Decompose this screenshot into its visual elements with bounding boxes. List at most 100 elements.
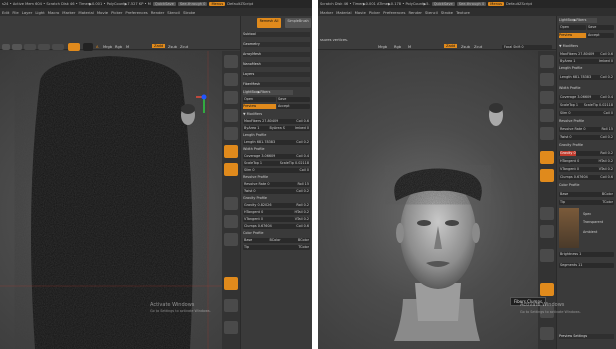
mrgb-toggle[interactable]: Mrgb [378,45,387,49]
solo-button[interactable] [540,327,554,340]
revolve-rate-slider[interactable]: Revolve Rate 0 Roll 15 [559,127,614,132]
polyf-button[interactable] [540,283,554,296]
tip-color-row[interactable]: Tip TColor [559,200,614,205]
width-profile-header[interactable]: Width Profile [559,86,614,91]
quicksave-button[interactable]: QuickSave [152,2,176,6]
see-through-slider[interactable]: See-through 0 [177,2,208,6]
fiber-texture-swatch[interactable] [559,208,579,248]
zsub-toggle[interactable]: Zsub [168,45,177,49]
menu-movie[interactable]: Movie [97,10,108,15]
menu-preferences[interactable]: Preferences [383,10,405,15]
zcut-toggle[interactable]: Zcut [180,45,188,49]
solo-button[interactable] [224,321,238,334]
draw-button[interactable] [12,44,22,50]
tip-color-row[interactable]: Tip TColor [243,245,310,250]
scroll-button[interactable] [540,73,554,86]
modifiers-header[interactable]: ▼ Modifiers [559,44,614,49]
coverage-slider[interactable]: Coverage 3.06609 Coil 0.4 [243,154,310,159]
menu-file[interactable]: File [12,10,18,15]
vtangent-slider[interactable]: VTangent 0 VTail 0.2 [559,167,614,172]
stroke-thumbnail[interactable] [83,43,93,51]
lightbox-fibers-button[interactable]: LightBox▶Fibers [243,90,293,95]
segments-slider[interactable]: Segments 11 [559,263,614,268]
color-profile-header[interactable]: Color Profile [559,183,614,188]
lsym-button[interactable] [224,197,238,210]
zadd-toggle[interactable]: Zadd [152,44,166,48]
menu-stroke[interactable]: Stroke [441,10,453,15]
nanomesh-header[interactable]: NanoMesh [243,62,310,67]
spix-button[interactable] [224,55,238,68]
slim-slider[interactable]: Slim 0 Coil 0 [559,111,614,116]
gravity-slider[interactable]: Gravity 0 Roll 0.2 [559,151,614,156]
base-color-row[interactable]: Base BColor BColor [243,238,310,243]
edit-button[interactable] [2,44,10,50]
actual-button[interactable] [224,109,238,122]
maxfibers-slider[interactable]: MaxFibers 27.80409 Coil 0.6 [243,119,310,124]
menu-stroke[interactable]: Stroke [183,10,195,15]
menu-light[interactable]: Light [35,10,44,15]
menu-preferences[interactable]: Preferences [125,10,147,15]
length-slider[interactable]: Length 681.78383 Coil 0.2 [243,140,310,145]
length-slider[interactable]: Length 681.78383 Coil 0.2 [559,75,614,80]
default-zscript-button[interactable]: DefaultZScript [227,2,253,6]
menu-edit[interactable]: Edit [2,10,9,15]
quicksave-button[interactable]: QuickSave [431,2,455,6]
menu-marker[interactable]: Marker [62,10,75,15]
menu-material[interactable]: Material [336,10,351,15]
navigation-head-icon[interactable] [484,91,524,141]
simplebrush-button[interactable]: SimpleBrush [285,18,311,28]
menu-texture[interactable]: Texture [456,10,470,15]
mrgb-toggle[interactable]: Mrgb [103,45,112,49]
geometry-header[interactable]: Geometry [243,42,310,47]
frame-button[interactable] [540,249,554,262]
twist-slider[interactable]: Twist 0 Coil 0.2 [559,135,614,140]
polyf-button[interactable] [224,277,238,290]
fibermesh-header[interactable]: FiberMesh [243,82,310,87]
save-button[interactable]: Save [587,25,614,30]
aahalf-button[interactable] [540,127,554,140]
vtangent-slider[interactable]: VTangent 0 VTail 0.2 [243,217,310,222]
preview-button[interactable]: Preview [559,33,586,38]
lsym-button[interactable] [540,207,554,220]
revolve-profile-header[interactable]: Revolve Profile [559,119,614,124]
m-toggle[interactable]: M [408,45,411,49]
navigation-head-icon[interactable] [178,93,214,139]
menu-movie[interactable]: Movie [355,10,366,15]
length-profile-header[interactable]: Length Profile [243,133,310,138]
accept-button[interactable]: Accept [587,33,614,38]
length-profile-header[interactable]: Length Profile [559,66,614,71]
rotate-tool-button[interactable] [52,44,64,50]
menu-picker[interactable]: Picker [369,10,380,15]
menu-render[interactable]: Render [151,10,165,15]
menus-button[interactable]: Menus [488,2,505,6]
modifiers-header[interactable]: ▼ Modifiers [243,112,310,117]
width-profile-header[interactable]: Width Profile [243,147,310,152]
xyz-button[interactable] [540,225,554,238]
menu-layer[interactable]: Layer [22,10,33,15]
see-through-slider[interactable]: See-through 0 [456,2,487,6]
xyz-button[interactable] [224,215,238,228]
scroll-button[interactable] [224,73,238,86]
zoom-button[interactable] [224,91,238,104]
subtool-header[interactable]: Subtool [243,32,310,37]
coverage-slider[interactable]: Coverage 3.06609 Coil 0.4 [559,95,614,100]
layers-header[interactable]: Layers [243,72,310,77]
menu-marker[interactable]: Marker [320,10,333,15]
scaletop-slider[interactable]: ScaleTop 1 ScaleTip 0.02118 [243,161,310,166]
spix-button[interactable] [540,55,554,68]
a-toggle[interactable]: A [96,45,98,49]
m-toggle[interactable]: M [126,45,129,49]
menu-material[interactable]: Material [78,10,93,15]
color-profile-header[interactable]: Color Profile [243,231,310,236]
menu-stencil[interactable]: Stencil [425,10,438,15]
canvas-viewport[interactable] [318,51,538,349]
menu-stencil[interactable]: Stencil [167,10,180,15]
preview-settings-header[interactable]: Preview Settings [559,334,614,339]
menus-button[interactable]: Menus [209,2,226,6]
zadd-toggle[interactable]: Zadd [444,44,458,48]
brightness-slider[interactable]: Brightness 1 [559,252,614,257]
zsub-toggle[interactable]: Zsub [461,45,470,49]
revolve-profile-header[interactable]: Revolve Profile [243,175,310,180]
maxfibers-slider[interactable]: MaxFibers 27.80409 Coil 0.6 [559,52,614,57]
frame-button[interactable] [224,233,238,246]
